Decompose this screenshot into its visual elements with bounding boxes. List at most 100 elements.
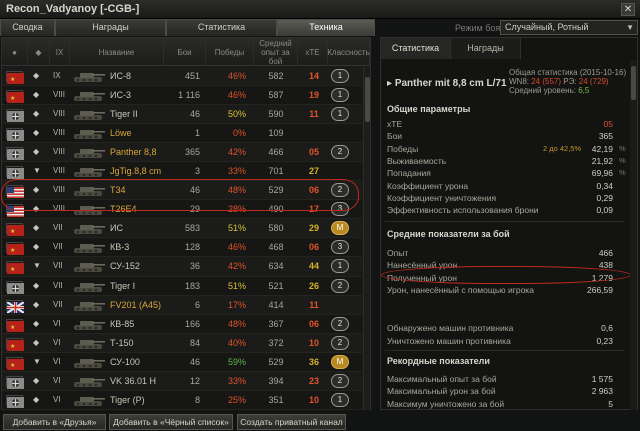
stat-label: Бои — [387, 131, 403, 142]
table-row[interactable]: ★ ▼ VII СУ-152 36 42% 634 44 1 — [2, 257, 362, 277]
stat-label: Максимальный опыт за бой — [387, 374, 497, 384]
table-row[interactable]: ★ ▼ VI СУ-100 46 59% 529 36 M — [2, 352, 362, 372]
svg-text:★: ★ — [10, 266, 15, 273]
stat-label: Победы — [387, 143, 419, 154]
table-row[interactable]: ◆ VII FV201 (A45) 6 17% 414 11 — [2, 295, 362, 315]
table-row[interactable]: ★ ◆ VII ИС 583 51% 580 29 M — [2, 219, 362, 239]
wn8-label: WN8: — [509, 77, 532, 86]
battles-count: 451 — [184, 71, 200, 81]
stat-value: 5 — [608, 398, 613, 409]
vehicle-class-icon: ▼ — [33, 261, 41, 271]
vehicle-class-icon: ▼ — [33, 356, 41, 366]
table-row[interactable]: ◆ VIII Löwe 1 0% 109 — [2, 124, 362, 144]
avg-xp: 466 — [268, 147, 284, 158]
tank-icon — [72, 87, 106, 103]
divider — [385, 221, 625, 222]
close-icon[interactable]: ✕ — [621, 3, 635, 16]
col-wins[interactable]: Победы — [206, 38, 254, 66]
table-row[interactable]: ◆ VI Tiger (P) 8 25% 351 10 1 — [2, 390, 362, 410]
vehicle-name: Tiger (P) — [110, 394, 145, 405]
col-xte[interactable]: хТЕ — [298, 38, 328, 66]
stat-row: Коэффициент уничтожения 0,29 — [387, 192, 613, 204]
tank-icon — [72, 106, 106, 122]
vehicle-class-icon: ▼ — [33, 166, 41, 176]
details-scrollbar[interactable] — [630, 60, 637, 410]
damage-highlight — [381, 266, 631, 284]
table-row[interactable]: ★ ◆ VI Т-150 84 40% 372 10 2 — [2, 333, 362, 353]
details-scrollbar-thumb[interactable] — [631, 66, 636, 100]
stat-label: Обнаружено машин противника — [387, 323, 514, 333]
table-row[interactable]: ◆ VIII Panther 8,8 365 42% 466 05 2 — [2, 143, 362, 163]
profile-tabs: Сводка Награды Статистика Техника — [0, 19, 380, 36]
win-rate: 0% — [232, 128, 246, 139]
add-friend-button[interactable]: Добавить в «Друзья» — [3, 414, 106, 430]
overall-stats-title: Общая статистика (2015-10-16) — [509, 68, 627, 77]
tab-vehicle-awards[interactable]: Награды — [451, 38, 521, 59]
vehicle-tier: VIII — [53, 166, 66, 176]
add-blacklist-button[interactable]: Добавить в «Чёрный список» — [109, 414, 233, 430]
vehicle-tier: IX — [53, 71, 61, 80]
tab-vehicles[interactable]: Техника — [277, 19, 375, 36]
vehicle-table: ● ◆ IX Название Бои Победы Средний опыт … — [1, 37, 371, 410]
ussr-flag-icon: ★ — [6, 261, 24, 275]
battle-mode-label: Режим боя: — [455, 23, 503, 33]
table-row[interactable]: ◆ VII Tiger I 183 51% 521 26 2 — [2, 276, 362, 296]
avg-xp: 521 — [268, 280, 284, 291]
col-battles[interactable]: Бои — [164, 38, 206, 66]
table-row[interactable]: ★ ◆ VIII ИС-3 1 116 46% 587 19 1 — [2, 86, 362, 106]
ussr-flag-icon: ★ — [6, 90, 24, 104]
stat-row: Коэффициент урона 0,34 — [387, 180, 613, 192]
stat-label: Урон, нанесённый с помощью игрока — [387, 284, 534, 295]
tank-icon — [72, 258, 106, 274]
avg-xp: 394 — [268, 375, 284, 386]
battles-count: 36 — [189, 261, 200, 272]
stat-label: Коэффициент уничтожения — [387, 192, 497, 203]
tab-statistics[interactable]: Статистика — [166, 19, 277, 36]
uk-flag-icon — [6, 299, 25, 314]
vehicle-name: СУ-152 — [110, 261, 140, 272]
table-row[interactable]: ★ ◆ IX ИС-8 451 46% 582 14 1 — [2, 67, 362, 87]
win-rate: 48% — [227, 318, 246, 329]
vehicle-class-icon: ◆ — [33, 242, 40, 252]
battles-count: 128 — [184, 242, 200, 253]
nation-filter-icon[interactable]: ● — [2, 38, 28, 66]
section-title: Средние показатели за бой — [387, 229, 510, 239]
tank-icon — [72, 316, 106, 332]
stat-value: 0,09 — [596, 205, 613, 216]
create-channel-button[interactable]: Создать приватный канал — [237, 414, 346, 430]
tank-icon — [72, 163, 106, 179]
tank-icon — [72, 144, 106, 160]
vehicle-class-icon: ◆ — [33, 223, 40, 233]
tab-awards[interactable]: Награды — [55, 19, 166, 36]
tier-sort-icon[interactable]: IX — [50, 38, 70, 66]
col-avg-xp[interactable]: Средний опыт за бой — [254, 38, 298, 66]
col-name[interactable]: Название — [70, 38, 164, 66]
vehicle-class-icon: ◆ — [33, 280, 40, 290]
tank-icon — [72, 125, 106, 141]
win-rate: 46% — [227, 242, 246, 253]
table-scrollbar[interactable] — [363, 67, 370, 410]
scrollbar-thumb[interactable] — [365, 77, 370, 122]
stat-label: хТЕ — [387, 119, 403, 129]
selection-highlight — [1, 179, 359, 211]
xte-value: 19 — [308, 90, 319, 101]
table-row[interactable]: ★ ◆ VI КВ-85 166 48% 367 06 2 — [2, 314, 362, 334]
battles-count: 1 116 — [178, 90, 200, 101]
tab-summary[interactable]: Сводка — [0, 19, 55, 36]
battle-mode-select[interactable]: Случайный, Ротный ▼ — [500, 20, 638, 35]
battles-count: 1 — [194, 128, 200, 139]
col-mastery[interactable]: Классность — [327, 38, 370, 66]
germany-flag-icon — [6, 280, 24, 294]
battles-count: 12 — [189, 375, 200, 386]
title-bar[interactable]: Recon_Vadyanoy [-CGB-] ✕ — [0, 0, 640, 19]
table-row[interactable]: ◆ VIII Tiger II 46 50% 590 11 1 — [2, 105, 362, 125]
class-filter-icon[interactable]: ◆ — [28, 38, 50, 66]
vehicle-name: ИС-8 — [110, 71, 131, 81]
stat-row: Урон, нанесённый с помощью игрока 266,59 — [387, 284, 613, 296]
win-rate: 25% — [227, 394, 246, 405]
tab-vehicle-statistics[interactable]: Статистика — [381, 38, 451, 59]
table-row[interactable]: ◆ VI VK 36.01 H 12 33% 394 23 2 — [2, 371, 362, 391]
xte-value: 06 — [308, 242, 319, 253]
table-row[interactable]: ★ ◆ VII КВ-3 128 46% 468 06 3 — [2, 238, 362, 258]
vehicle-details-panel: Статистика Награды ▸ Panther mit 8,8 cm … — [380, 37, 638, 410]
